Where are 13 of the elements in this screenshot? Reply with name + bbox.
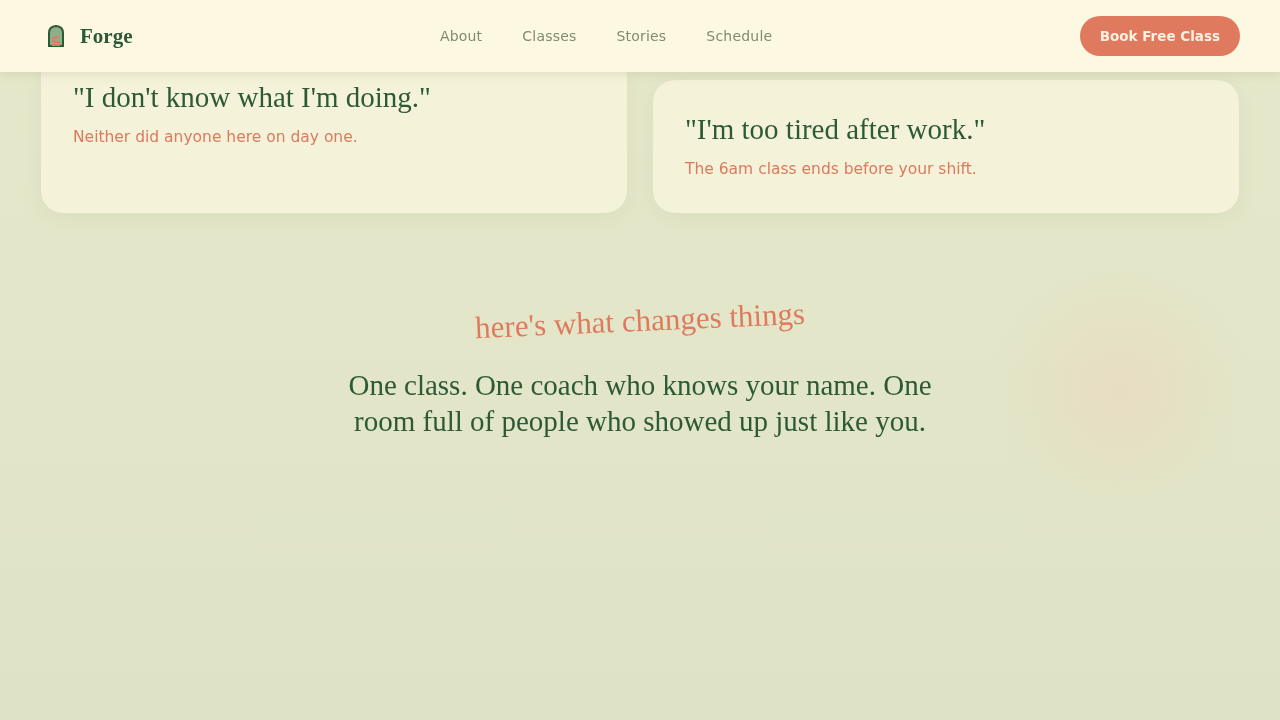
objection-quote: "I'm too tired after work." [685,112,987,147]
section-kicker: here's what changes things [474,294,806,348]
objection-quote: "I don't know what I'm doing." [73,80,432,115]
book-class-button[interactable]: Book Free Class [1079,16,1240,56]
arch-logo-icon [47,25,65,47]
objection-answer: Neither did anyone here on day one. [73,128,359,146]
section-statement: One class. One coach who knows your name. One room full of people who showed up just like you. [347,368,933,439]
nav-link[interactable]: Schedule [706,28,773,44]
nav-link[interactable]: Stories [616,28,667,44]
nav-link[interactable]: About [439,28,483,44]
nav-link[interactable]: Classes [522,28,577,44]
brand-name: Forge [80,23,133,49]
objection-answer: The 6am class ends before your shift. [685,160,978,178]
